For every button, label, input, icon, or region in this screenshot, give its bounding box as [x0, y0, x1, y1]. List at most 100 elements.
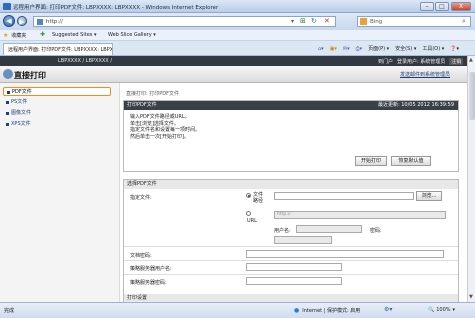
panel-header: 打印PDF文件 最近更新: 10/05 2012 16:39:59: [124, 101, 458, 110]
bullet-icon: [6, 101, 9, 104]
page-title: 直接打印: [14, 71, 46, 80]
sidebar-item-pdf[interactable]: PDF文件: [3, 87, 111, 96]
specify-file-label: 指定文件:: [130, 195, 152, 201]
instruction-line: 输入PDF文件路径或URL。: [130, 114, 190, 120]
sidebar-item-label: PS文件: [11, 99, 28, 105]
username-input[interactable]: [296, 225, 362, 233]
address-url: http://: [46, 19, 63, 25]
zoom-icon: 🔍: [428, 307, 435, 313]
favorites-label[interactable]: 收藏夹: [11, 32, 26, 39]
url-radio[interactable]: [246, 211, 251, 216]
select-pdf-panel: 选择PDF文件 指定文件: 文件路径 浏览... URL http:// 用户名…: [123, 179, 459, 302]
title-bar: 远程用户界面: 打印PDF文件: LBPXXXX: LBPXXXX - Wind…: [0, 0, 475, 13]
zone-indicator: ● Internet | 保护模式: 启用: [294, 307, 360, 314]
zoom-level: 100%: [436, 307, 451, 313]
main-panel: 直接打印: 打印PDF文件 打印PDF文件 最近更新: 10/05 2012 1…: [123, 83, 463, 302]
brand-bar: 直接打印 发送邮件到系统管理员: [0, 66, 467, 83]
status-bar: 完成 ● Internet | 保护模式: 启用 ⚙▾ 🔍 100% ▾: [0, 302, 475, 318]
file-path-input[interactable]: [274, 192, 414, 200]
favorites-bar: ★ 收藏夹 ✚ Suggested Sites ▾ Web Slice Gall…: [0, 30, 475, 41]
tools-menu[interactable]: 工具(O) ▾: [422, 45, 444, 52]
page-icon: [37, 19, 43, 25]
portal-link[interactable]: 到门户: [378, 58, 393, 65]
status-text: 完成: [4, 308, 15, 314]
divider: [124, 274, 458, 275]
scroll-up-icon[interactable]: ▲: [469, 57, 473, 63]
close-button[interactable]: X: [451, 2, 471, 11]
policy-user-input[interactable]: [246, 263, 342, 271]
username-label: 用户名:: [274, 228, 291, 234]
policy-password-input[interactable]: [246, 277, 342, 285]
maximize-button[interactable]: □: [435, 2, 449, 11]
logout-link[interactable]: 注销: [449, 58, 464, 65]
password-label: 密码:: [370, 228, 382, 234]
scroll-down-icon[interactable]: ▼: [469, 294, 473, 300]
doc-password-label: 文档密码:: [130, 253, 152, 259]
tab-current[interactable]: 远程用户界面: 打印PDF文件: LBPXXXX: LBPXXXX: [3, 43, 113, 55]
mail-admin-link[interactable]: 发送邮件到系统管理员: [400, 71, 450, 78]
window-title: 远程用户界面: 打印PDF文件: LBPXXXX: LBPXXXX - Wind…: [13, 5, 219, 11]
url-input[interactable]: http://: [274, 211, 446, 219]
vertical-scrollbar[interactable]: ▲ ▼: [467, 56, 475, 302]
doc-password-input[interactable]: [246, 250, 444, 258]
password-input[interactable]: [274, 236, 332, 244]
dropdown-icon[interactable]: ▾: [291, 18, 294, 25]
address-field[interactable]: http:// ▾ ⊞ ↻ ✕: [33, 16, 336, 27]
bing-icon: [360, 18, 367, 25]
bullet-icon: [7, 91, 10, 94]
sidebar: PDF文件 PS文件 图像文件 XPS文件: [0, 83, 120, 302]
breadcrumb: 直接打印: 打印PDF文件: [126, 91, 180, 97]
scroll-thumb[interactable]: [469, 72, 475, 120]
login-user-text: 登录用户: 系统管理员: [397, 59, 446, 65]
search-value: Bing: [370, 19, 383, 25]
add-favorite-icon[interactable]: ✚: [40, 31, 45, 38]
path-radio[interactable]: [246, 193, 251, 198]
stop-icon[interactable]: ✕: [324, 17, 330, 25]
policy-user-label: 策略服务器用户名:: [130, 266, 172, 272]
compat-icon[interactable]: ⊞: [300, 17, 306, 25]
print-settings-header: 打印设置: [124, 294, 458, 302]
divider: [124, 246, 458, 247]
sidebar-item-image[interactable]: 图像文件: [3, 109, 111, 118]
zoom-control[interactable]: 🔍 100% ▾: [428, 307, 455, 313]
bullet-icon: [6, 112, 9, 115]
device-name: LBPXXXX / LBPXXXX /: [58, 58, 113, 64]
sidebar-item-ps[interactable]: PS文件: [3, 98, 111, 107]
last-updated: 最近更新: 10/05 2012 16:39:59: [377, 102, 454, 108]
tab-row: 远程用户界面: 打印PDF文件: LBPXXXX: LBPXXXX ⌂▾ ▣▾ …: [0, 41, 475, 56]
panel-header: 选择PDF文件: [124, 180, 458, 189]
zone-settings-icon[interactable]: ⚙▾: [384, 306, 392, 313]
direct-print-icon: [3, 69, 13, 79]
search-icon[interactable]: ⌕: [462, 17, 466, 26]
favorites-item-suggested[interactable]: Suggested Sites ▾: [52, 32, 96, 38]
instruction-line: 指定文件名和设置每一项时间。: [130, 127, 201, 133]
minimize-button[interactable]: –: [420, 2, 434, 11]
star-icon: ★: [3, 32, 9, 39]
page-menu[interactable]: 页面(P) ▾: [368, 45, 389, 52]
restore-defaults-button[interactable]: 恢复默认值: [391, 156, 431, 166]
favorites-item-webslice[interactable]: Web Slice Gallery ▾: [108, 32, 156, 38]
globe-icon: ●: [294, 307, 300, 314]
instruction-line: 然后单击一次[开始打印]。: [130, 133, 189, 140]
sidebar-item-label: PDF文件: [12, 89, 32, 95]
zone-text: Internet | 保护模式: 启用: [302, 308, 361, 314]
ie-app-icon: [3, 3, 11, 10]
back-button[interactable]: ◀: [3, 15, 15, 27]
divider: [124, 260, 458, 261]
address-toolbar: ◀ ▶ http:// ▾ ⊞ ↻ ✕ Bing ⌕: [0, 13, 475, 30]
sidebar-item-xps[interactable]: XPS文件: [3, 120, 111, 129]
forward-button[interactable]: ▶: [17, 16, 27, 26]
print-pdf-panel: 打印PDF文件 最近更新: 10/05 2012 16:39:59 输入PDF文…: [123, 100, 459, 172]
help-menu[interactable]: ❓▾: [450, 46, 459, 52]
home-icon[interactable]: ⌂▾: [318, 46, 324, 52]
refresh-icon[interactable]: ↻: [311, 17, 317, 25]
mail-icon[interactable]: ✉▾: [343, 46, 350, 52]
feeds-icon[interactable]: ▣▾: [330, 46, 337, 52]
start-print-button[interactable]: 开始打印: [355, 156, 387, 166]
safety-menu[interactable]: 安全(S) ▾: [395, 45, 416, 52]
browse-button[interactable]: 浏览...: [416, 191, 442, 201]
print-icon[interactable]: ⎙▾: [356, 46, 363, 52]
search-box[interactable]: Bing ⌕: [357, 16, 471, 27]
device-header: LBPXXXX / LBPXXXX / 到门户 登录用户: 系统管理员 注销: [0, 56, 467, 66]
zoom-dropdown-icon[interactable]: ▾: [453, 307, 456, 313]
